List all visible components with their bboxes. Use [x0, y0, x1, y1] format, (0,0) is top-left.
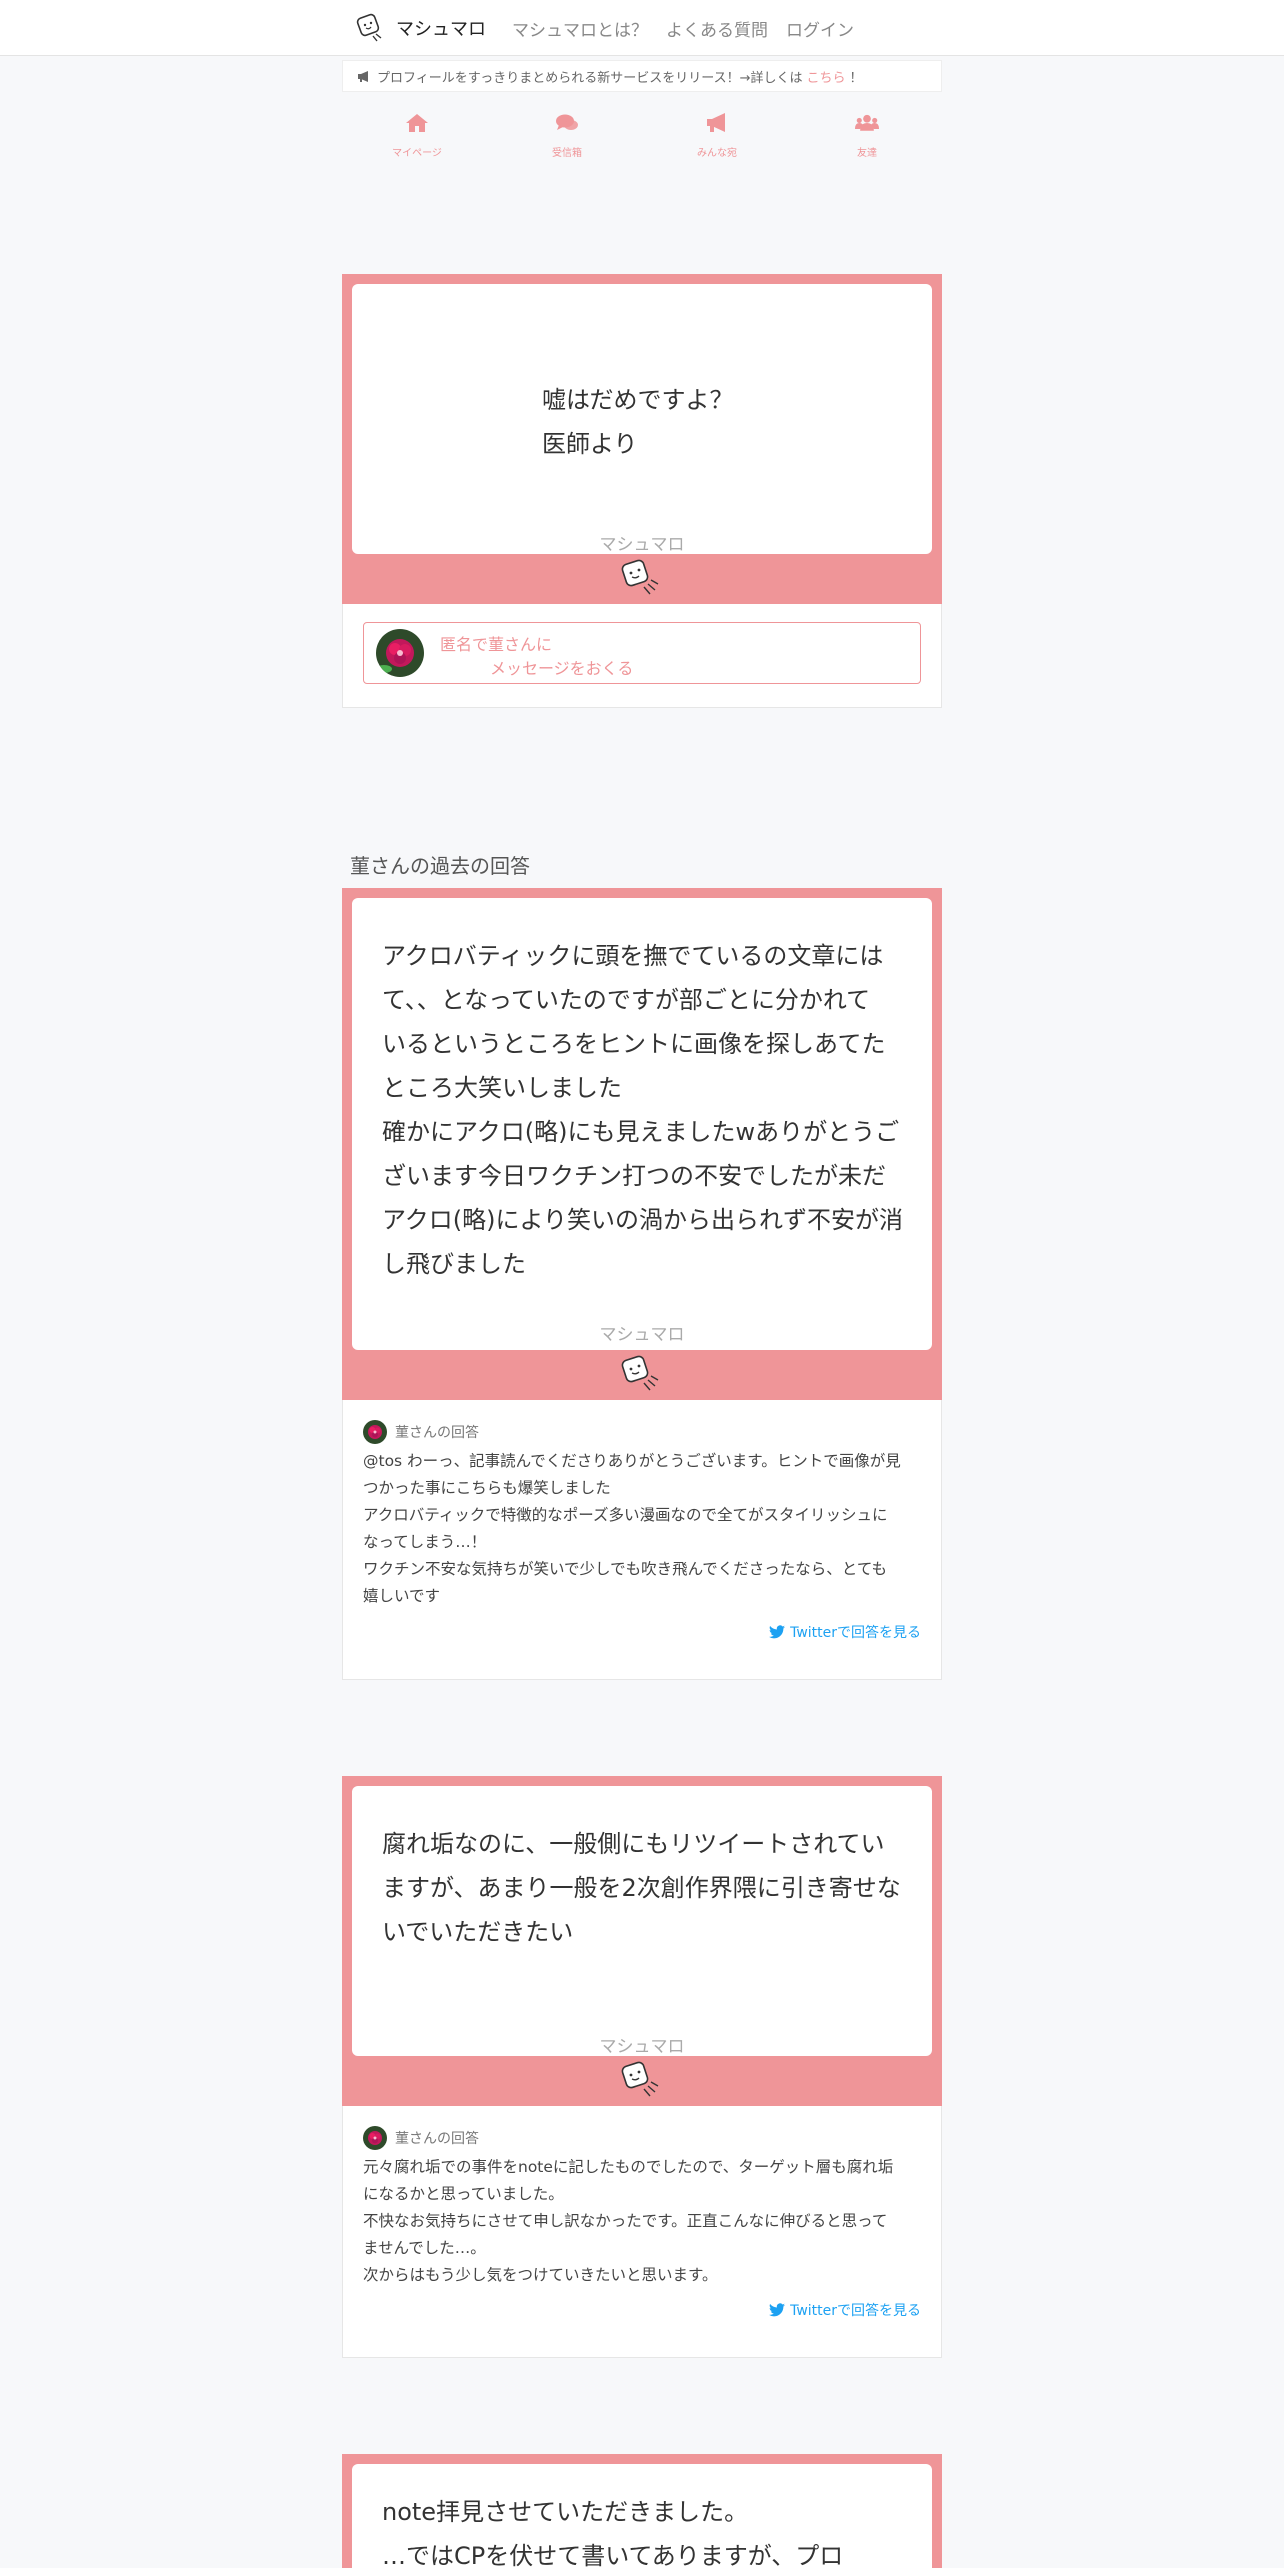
message-text: 嘘はだめですよ？ 医師より: [542, 378, 734, 466]
question-line: アクロ(略)により笑いの渦から出られず不安が消: [382, 1206, 904, 1234]
answer-label: 菫さんの回答: [395, 2131, 479, 2147]
message-signature: マシュマロ: [599, 1325, 685, 1345]
brand-link[interactable]: マシュマロ: [354, 12, 486, 44]
flower-avatar-image: [363, 2126, 387, 2150]
message-signature: マシュマロ: [599, 535, 685, 555]
flower-avatar-image: [376, 629, 424, 677]
answer-line: ワクチン不安な気持ちが笑いで少しでも吹き飛んでくださったなら、とても: [363, 1560, 888, 1578]
answer-line: つかった事にこちらも爆笑しました: [363, 1479, 611, 1497]
bullhorn-icon: [707, 113, 725, 132]
question-line: て、、となっていたのですが部ごとに分かれて: [382, 986, 871, 1014]
message-card: 嘘はだめですよ？ 医師より マシュマロ: [342, 274, 942, 604]
tab-label: マイページ: [392, 148, 442, 159]
twitter-answer-link[interactable]: Twitterで回答を見る: [769, 2300, 921, 2320]
tab-label: 受信箱: [552, 148, 582, 159]
send-message-button[interactable]: 匿名で菫さんに メッセージをおくる: [363, 622, 921, 684]
answer-line: アクロバティックで特徴的なポーズ多い漫画なので全てがスタイリッシュに: [363, 1506, 888, 1524]
answer-line: 嬉しいです: [363, 1587, 441, 1605]
twitter-link-label: Twitterで回答を見る: [790, 2303, 921, 2319]
navbar-inner: マシュマロ マシュマロとは？ よくある質問 ログイン: [354, 0, 872, 56]
answer-panel: 菫さんの回答 @tos わーっ、記事読んでくださりありがとうございます。ヒントで…: [342, 1400, 942, 1680]
marshmallow-mascot-icon: [621, 1355, 659, 1391]
answer-text: @tos わーっ、記事読んでくださりありがとうございます。ヒントで画像が見 つか…: [363, 1448, 923, 1610]
avatar: [363, 2126, 387, 2150]
comments-icon: [556, 114, 578, 130]
announcement-suffix: ！: [849, 70, 863, 86]
answer-header: 菫さんの回答: [363, 1420, 479, 1444]
home-icon: [406, 114, 428, 132]
tab-label: 友達: [857, 148, 877, 159]
twitter-link-label: Twitterで回答を見る: [790, 1625, 921, 1641]
tab-everyone[interactable]: みんな宛: [642, 112, 792, 159]
message-card-body: 腐れ垢なのに、一般側にもリツイートされてい ますが、あまり一般を2次創作界隈に引…: [352, 1786, 932, 2057]
brand-name: マシュマロ: [396, 19, 486, 40]
answer-line: なってしまう…！: [363, 1533, 487, 1551]
tab-friends[interactable]: 友達: [792, 112, 942, 159]
nav-link-about[interactable]: マシュマロとは？: [512, 16, 648, 41]
question-line: …ではCPを伏せて書いてありますが、プロ: [382, 2542, 844, 2568]
answer-line: 次からはもう少し気をつけていきたいと思います。: [363, 2266, 718, 2284]
tab-mypage[interactable]: マイページ: [342, 112, 492, 159]
send-panel: 匿名で菫さんに メッセージをおくる: [342, 604, 942, 708]
twitter-icon: [769, 1625, 786, 1639]
question-line: ざいます今日ワクチン打つの不安でしたが未だ: [382, 1162, 886, 1190]
marshmallow-mascot-icon: [621, 2061, 659, 2097]
flower-avatar-image: [363, 1420, 387, 1444]
answer-header: 菫さんの回答: [363, 2126, 479, 2150]
twitter-icon: [769, 2303, 786, 2317]
announcement-link[interactable]: こちら: [806, 67, 845, 86]
nav-link-faq[interactable]: よくある質問: [666, 16, 768, 41]
question-line: いでいただきたい: [382, 1918, 574, 1946]
send-label-line2: メッセージをおくる: [490, 659, 634, 678]
announcement-bar: プロフィールをすっきりまとめられる新サービスをリリース！→詳しくは こちら ！: [342, 60, 942, 92]
message-signature: マシュマロ: [599, 2037, 685, 2057]
message-card-body: 嘘はだめですよ？ 医師より マシュマロ: [352, 284, 932, 555]
section-title: 菫さんの過去の回答: [350, 854, 530, 878]
answer-line: ませんでした…。: [363, 2239, 486, 2257]
question-text: 腐れ垢なのに、一般側にもリツイートされてい ますが、あまり一般を2次創作界隈に引…: [382, 1822, 901, 1954]
question-text: note拝見させていただきました。 …ではCPを伏せて書いてありますが、プロ: [382, 2490, 843, 2568]
send-label-line1: 匿名で菫さんに: [440, 635, 553, 654]
marshmallow-logo-icon: [356, 13, 382, 42]
question-line: ところ大笑いしました: [382, 1074, 622, 1102]
question-line: いるというところをヒントに画像を探しあてた: [382, 1030, 886, 1058]
twitter-answer-link[interactable]: Twitterで回答を見る: [769, 1622, 921, 1642]
answer-line: @tos わーっ、記事読んでくださりありがとうございます。ヒントで画像が見: [363, 1452, 901, 1470]
tab-inbox[interactable]: 受信箱: [492, 112, 642, 159]
tab-bar: マイページ 受信箱 みんな宛 友達: [342, 112, 942, 159]
avatar: [363, 1420, 387, 1444]
past-answer-card: note拝見させていただきました。 …ではCPを伏せて書いてありますが、プロ: [342, 2454, 942, 2568]
message-line: 医師より: [542, 430, 638, 458]
question-line: ますが、あまり一般を2次創作界隈に引き寄せな: [382, 1874, 901, 1902]
message-card-body: note拝見させていただきました。 …ではCPを伏せて書いてありますが、プロ: [352, 2464, 932, 2568]
question-line: アクロバティックに頭を撫でているの文章には: [382, 942, 884, 970]
users-icon: [855, 114, 879, 131]
answer-text: 元々腐れ垢での事件をnoteに記したものでしたので、ターゲット層も腐れ垢 になる…: [363, 2154, 923, 2289]
answer-line: になるかと思っていました。: [363, 2185, 564, 2203]
announcement-text: プロフィールをすっきりまとめられる新サービスをリリース！→詳しくは: [377, 70, 803, 86]
bullhorn-icon: [358, 70, 368, 82]
answer-label: 菫さんの回答: [395, 1425, 479, 1441]
nav-link-login[interactable]: ログイン: [786, 16, 854, 41]
question-line: 確かにアクロ(略)にも見えましたwありがとうご: [382, 1118, 900, 1146]
marshmallow-mascot-icon: [621, 559, 659, 595]
question-text: アクロバティックに頭を撫でているの文章には て、、となっていたのですが部ごとに分…: [382, 934, 903, 1286]
answer-line: 不快なお気持ちにさせて申し訳なかったです。正直こんなに伸びると思って: [363, 2212, 888, 2230]
message-card-body: アクロバティックに頭を撫でているの文章には て、、となっていたのですが部ごとに分…: [352, 898, 932, 1350]
answer-line: 元々腐れ垢での事件をnoteに記したものでしたので、ターゲット層も腐れ垢: [363, 2158, 894, 2176]
answer-panel: 菫さんの回答 元々腐れ垢での事件をnoteに記したものでしたので、ターゲット層も…: [342, 2106, 942, 2358]
question-line: 腐れ垢なのに、一般側にもリツイートされてい: [382, 1830, 885, 1858]
avatar: [376, 629, 424, 677]
question-line: note拝見させていただきました。: [382, 2498, 749, 2526]
message-line: 嘘はだめですよ？: [542, 386, 734, 414]
past-answer-card: 腐れ垢なのに、一般側にもリツイートされてい ますが、あまり一般を2次創作界隈に引…: [342, 1776, 942, 2106]
tab-label: みんな宛: [697, 148, 737, 159]
question-line: し飛びました: [382, 1250, 526, 1278]
navbar: マシュマロ マシュマロとは？ よくある質問 ログイン: [0, 0, 1284, 56]
past-answer-card: アクロバティックに頭を撫でているの文章には て、、となっていたのですが部ごとに分…: [342, 888, 942, 1400]
